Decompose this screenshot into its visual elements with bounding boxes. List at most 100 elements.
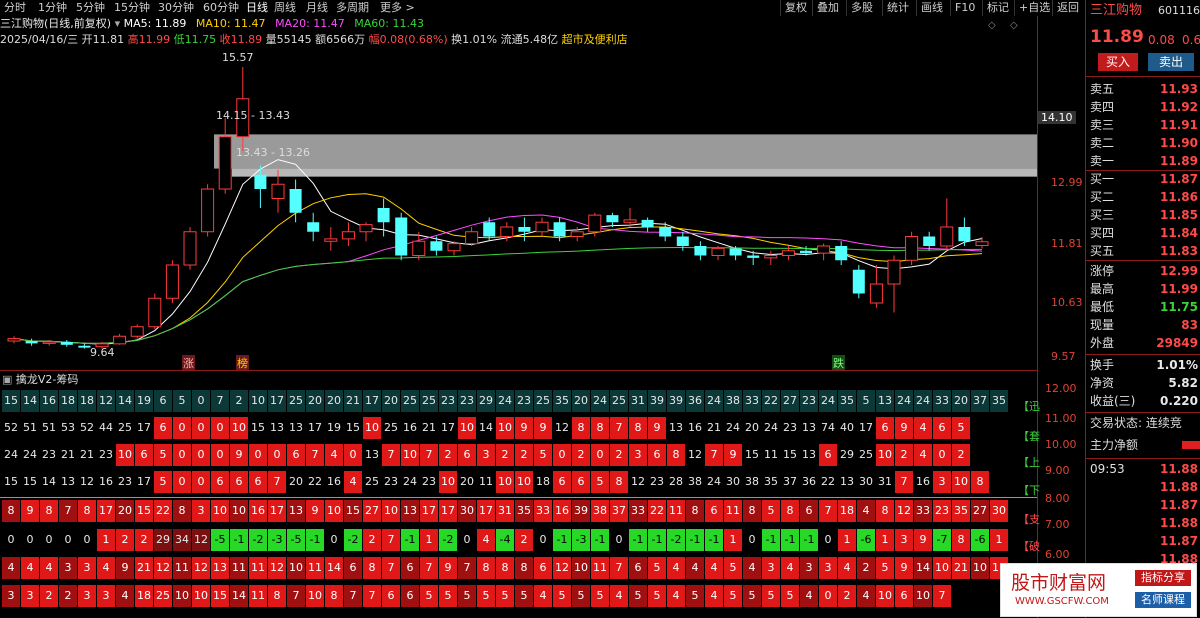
candle[interactable] — [940, 198, 954, 251]
candle[interactable] — [201, 184, 215, 237]
indicator-title[interactable]: 擒龙V2-筹码 — [16, 373, 79, 386]
chip-cell: 6 — [401, 585, 419, 607]
candle[interactable] — [852, 265, 865, 299]
buy-button[interactable]: 买入 — [1098, 53, 1138, 71]
candle[interactable] — [835, 241, 848, 265]
stats-row[interactable]: 外盘 29849 — [1090, 334, 1200, 352]
candle[interactable] — [535, 217, 549, 237]
close-panel-icon[interactable]: ◇ — [1010, 20, 1018, 31]
chip-cell: -1 — [401, 529, 419, 551]
candle[interactable] — [764, 250, 778, 265]
stats2-row[interactable]: 收益(三) 0.220 — [1090, 392, 1200, 410]
candle[interactable] — [183, 227, 197, 270]
candle[interactable] — [905, 231, 919, 265]
toolbar-tab-5[interactable]: 60分钟 — [203, 0, 239, 16]
chip-cell: 6 — [287, 444, 305, 466]
candle[interactable] — [25, 338, 38, 346]
asks-row[interactable]: 卖一 11.89 — [1090, 152, 1200, 170]
candle[interactable] — [817, 243, 831, 261]
chip-cell: 5 — [154, 471, 172, 493]
candle[interactable] — [148, 293, 162, 330]
toolbar-tab-9[interactable]: 多周期 — [336, 0, 369, 16]
candle[interactable] — [165, 260, 179, 303]
candle[interactable] — [887, 255, 901, 313]
candle[interactable] — [447, 241, 461, 256]
candle[interactable] — [641, 217, 654, 232]
stock-title[interactable]: 三江购物(日线,前复权) — [0, 17, 111, 30]
chip-cell: 30 — [990, 500, 1008, 522]
toolbar-button-2[interactable]: 多股 — [846, 0, 873, 16]
candle[interactable] — [307, 212, 320, 242]
candle[interactable] — [78, 343, 91, 349]
candle[interactable] — [465, 227, 479, 246]
asks-row[interactable]: 卖四 11.92 — [1090, 98, 1200, 116]
stats-row[interactable]: 最高 11.99 — [1090, 280, 1200, 298]
toolbar-button-5[interactable]: F10 — [950, 0, 975, 16]
asks-row[interactable]: 卖三 11.91 — [1090, 116, 1200, 134]
toolbar-button-6[interactable]: 标记 — [982, 0, 1009, 16]
stats2-row[interactable]: 净资 5.82 — [1090, 374, 1200, 392]
candle[interactable] — [341, 222, 355, 246]
candle[interactable] — [218, 117, 232, 194]
toolbar-tab-10[interactable]: 更多 > — [380, 0, 415, 16]
main-flow-label[interactable]: 主力净额 — [1090, 436, 1138, 454]
candle[interactable] — [359, 222, 373, 242]
chip-cell: 10 — [306, 585, 324, 607]
row-value: 11.87 — [1160, 534, 1198, 548]
stats-row[interactable]: 最低 11.75 — [1090, 298, 1200, 316]
candle[interactable] — [518, 217, 531, 242]
toolbar-tab-8[interactable]: 月线 — [306, 0, 328, 16]
toolbar-tab-3[interactable]: 15分钟 — [114, 0, 150, 16]
sell-button[interactable]: 卖出 — [1148, 53, 1194, 71]
ticks-row[interactable]: 11.88 — [1090, 514, 1200, 532]
bids-row[interactable]: 买四 11.84 — [1090, 224, 1200, 242]
toolbar-tab-1[interactable]: 1分钟 — [38, 0, 67, 16]
candle[interactable] — [60, 340, 73, 347]
toolbar-button-8[interactable]: 返回 — [1052, 0, 1079, 16]
settings-icon[interactable]: ▾ — [115, 17, 124, 30]
toolbar-tab-6[interactable]: 日线 — [246, 0, 268, 16]
candle[interactable] — [869, 265, 883, 308]
toolbar-button-0[interactable]: 复权 — [780, 0, 807, 16]
candle[interactable] — [659, 222, 672, 242]
chip-cell: 0 — [173, 444, 191, 466]
candlestick-chart[interactable] — [0, 48, 1037, 370]
row-value: 11.88 — [1160, 462, 1198, 476]
toolbar-tab-2[interactable]: 5分钟 — [76, 0, 105, 16]
candle[interactable] — [395, 212, 408, 261]
toolbar-button-3[interactable]: 统计 — [882, 0, 909, 16]
stats-row[interactable]: 现量 83 — [1090, 316, 1200, 334]
row-label: 最低 — [1090, 300, 1115, 314]
ticks-row[interactable]: 11.87 — [1090, 496, 1200, 514]
candle[interactable] — [130, 324, 144, 339]
chip-cell: 7 — [211, 390, 229, 412]
bids-row[interactable]: 买一 11.87 — [1090, 170, 1200, 188]
toolbar-button-1[interactable]: 叠加 — [812, 0, 839, 16]
toolbar-tab-0[interactable]: 分时 — [4, 0, 26, 16]
candle[interactable] — [975, 236, 989, 249]
toolbar-tab-7[interactable]: 周线 — [274, 0, 296, 16]
candle[interactable] — [711, 246, 725, 261]
chip-cell: 15 — [344, 500, 362, 522]
candle[interactable] — [606, 212, 619, 227]
toolbar-button-4[interactable]: 画线 — [916, 0, 943, 16]
candle[interactable] — [7, 336, 21, 344]
toolbar-button-7[interactable]: +自选 — [1014, 0, 1050, 16]
bids-row[interactable]: 买三 11.85 — [1090, 206, 1200, 224]
bids-row[interactable]: 买二 11.86 — [1090, 188, 1200, 206]
indicator-toggle-icon[interactable]: ▣ — [2, 373, 12, 386]
candle[interactable] — [324, 227, 338, 251]
candle[interactable] — [694, 241, 707, 261]
stats-row[interactable]: 涨停 12.99 — [1090, 262, 1200, 280]
toolbar-tab-4[interactable]: 30分钟 — [158, 0, 194, 16]
ticks-row[interactable]: 11.88 — [1090, 478, 1200, 496]
ticks-row[interactable]: 09:53 11.88 — [1090, 460, 1200, 478]
chip-cell: 4 — [40, 557, 58, 579]
bids-row[interactable]: 买五 11.83 — [1090, 242, 1200, 260]
asks-row[interactable]: 卖五 11.93 — [1090, 80, 1200, 98]
ticks-row[interactable]: 11.87 — [1090, 532, 1200, 550]
asks-row[interactable]: 卖二 11.90 — [1090, 134, 1200, 152]
stats2-row[interactable]: 换手 1.01% — [1090, 356, 1200, 374]
chip-cell: 20 — [952, 390, 970, 412]
candle[interactable] — [113, 333, 127, 345]
